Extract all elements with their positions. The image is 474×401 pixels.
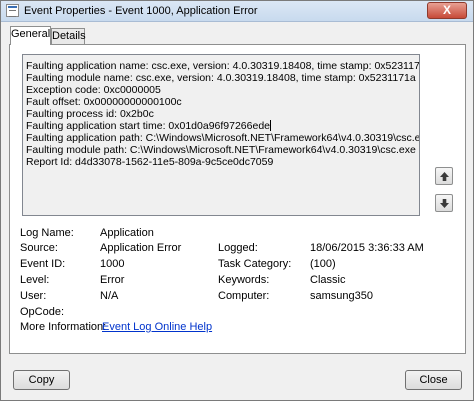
opcode-label: OpCode: <box>20 306 65 318</box>
computer-value: samsung350 <box>310 290 373 302</box>
computer-label: Computer: <box>218 290 270 302</box>
level-value: Error <box>100 274 125 286</box>
logged-label: Logged: <box>218 242 258 254</box>
source-value: Application Error <box>100 242 182 254</box>
keywords-label: Keywords: <box>218 274 270 286</box>
copy-button[interactable]: Copy <box>13 370 70 390</box>
window-close-button[interactable]: X <box>427 2 467 19</box>
message-line: Faulting application name: csc.exe, vers… <box>26 60 420 72</box>
event-id-value: 1000 <box>100 258 125 270</box>
event-properties-window: Event Properties - Event 1000, Applicati… <box>0 0 474 401</box>
tab-general[interactable]: General <box>10 26 51 45</box>
arrow-up-icon <box>440 172 449 181</box>
message-line: Fault offset: 0x00000000000100c <box>26 96 182 108</box>
window-title: Event Properties - Event 1000, Applicati… <box>24 5 258 17</box>
title-bar[interactable]: Event Properties - Event 1000, Applicati… <box>1 1 473 22</box>
keywords-value: Classic <box>310 274 346 286</box>
message-line: Report Id: d4d33078-1562-11e5-809a-9c5ce… <box>26 156 274 168</box>
next-event-button[interactable] <box>435 194 453 212</box>
user-value: N/A <box>100 290 119 302</box>
close-button[interactable]: Close <box>405 370 462 390</box>
level-label: Level: <box>20 274 50 286</box>
message-line: Faulting module name: csc.exe, version: … <box>26 72 416 84</box>
more-information-label: More Information: <box>20 321 107 333</box>
tab-details[interactable]: Details <box>51 28 86 45</box>
event-description-box[interactable]: Faulting application name: csc.exe, vers… <box>22 54 420 216</box>
logged-value: 18/06/2015 3:36:33 AM <box>310 242 424 254</box>
event-viewer-icon <box>6 4 19 17</box>
event-id-label: Event ID: <box>20 258 66 270</box>
task-category-value: (100) <box>310 258 336 270</box>
arrow-down-icon <box>440 199 449 208</box>
message-line: Faulting process id: 0x2b0c <box>26 108 154 120</box>
message-line: Exception code: 0xc0000005 <box>26 84 161 96</box>
previous-event-button[interactable] <box>435 167 453 185</box>
message-line: Faulting application path: C:\Windows\Mi… <box>26 132 420 144</box>
message-line: Faulting application start time: 0x01d0a… <box>26 120 271 132</box>
event-log-online-help-link[interactable]: Event Log Online Help <box>102 321 212 333</box>
source-label: Source: <box>20 242 58 254</box>
log-name-label: Log Name: <box>20 227 74 239</box>
general-tab-panel: Faulting application name: csc.exe, vers… <box>9 44 466 354</box>
text-cursor <box>270 120 272 131</box>
task-category-label: Task Category: <box>218 258 292 270</box>
user-label: User: <box>20 290 47 302</box>
log-name-value: Application <box>100 227 154 239</box>
message-line: Faulting module path: C:\Windows\Microso… <box>26 144 416 156</box>
message-line-with-cursor: Faulting application start time: 0x01d0a… <box>26 120 272 132</box>
